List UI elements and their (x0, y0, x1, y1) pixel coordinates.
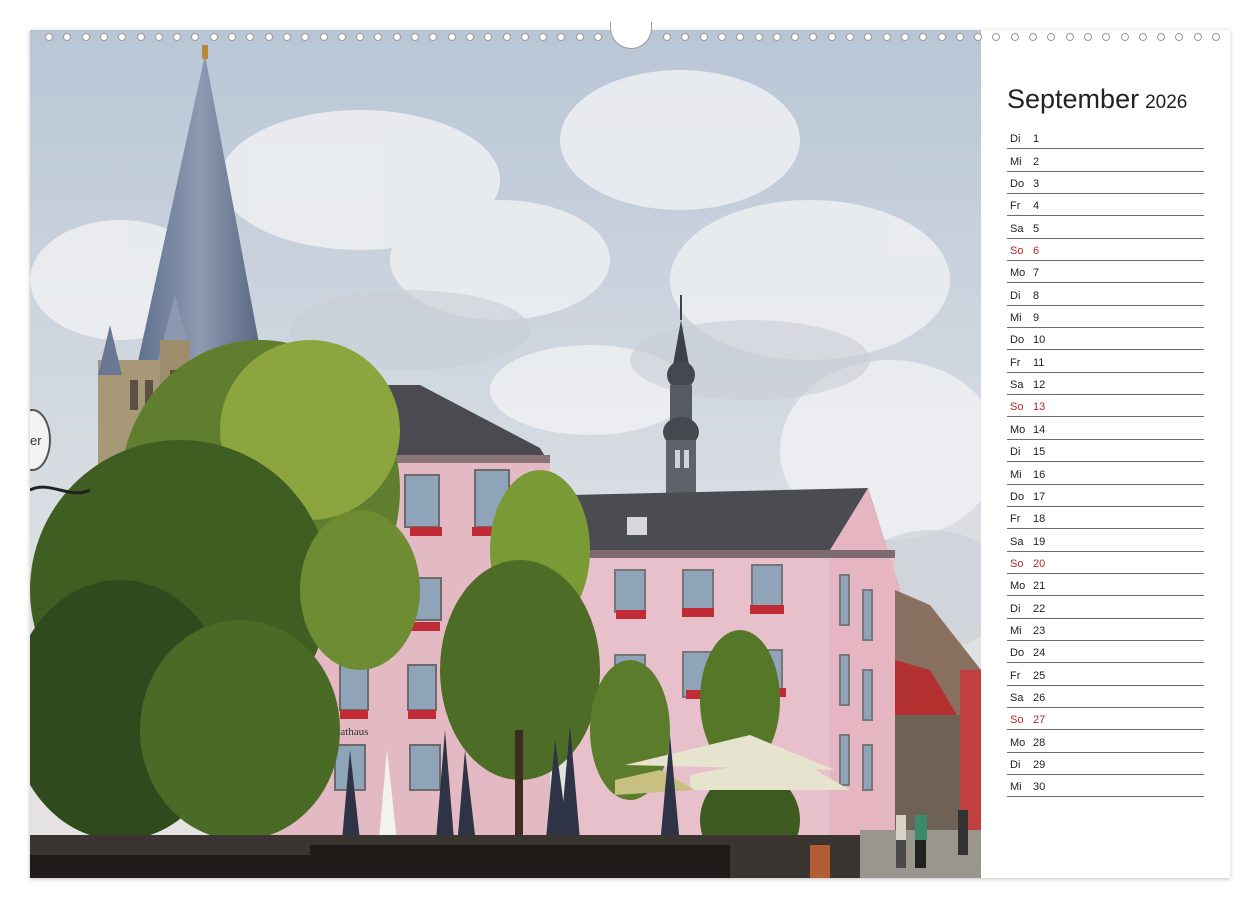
day-number: 21 (1033, 580, 1046, 593)
month-title: September 2026 (1007, 84, 1187, 115)
day-row: Fr 18 (1007, 507, 1204, 530)
day-row: Mo 21 (1007, 574, 1204, 597)
day-number: 27 (1033, 714, 1046, 727)
day-row: Mi 9 (1007, 306, 1204, 329)
weekday-label: Do (1010, 647, 1025, 660)
day-row: So 13 (1007, 395, 1204, 418)
weekday-label: Do (1010, 178, 1025, 191)
weekday-label: Mi (1010, 312, 1022, 325)
weekday-label: Di (1010, 289, 1021, 302)
left-sign-text: er (30, 433, 42, 448)
day-row: Do 17 (1007, 485, 1204, 507)
weekday-label: Mo (1010, 736, 1026, 749)
weekday-label: Mi (1010, 624, 1022, 637)
year-label: 2026 (1145, 92, 1188, 113)
weekday-label: So (1010, 401, 1024, 414)
day-row: Mi 16 (1007, 462, 1204, 485)
weekday-label: So (1010, 245, 1024, 258)
day-number: 26 (1033, 691, 1046, 704)
day-number: 25 (1033, 669, 1046, 682)
town-square-photo: Rathaus er (30, 30, 981, 878)
day-number: 5 (1033, 222, 1040, 235)
day-row: Mi 30 (1007, 775, 1204, 798)
day-number: 7 (1033, 267, 1040, 280)
day-row: Do 10 (1007, 328, 1204, 351)
day-row: Sa 5 (1007, 216, 1204, 239)
day-number: 15 (1033, 446, 1046, 459)
weekday-label: So (1010, 557, 1024, 570)
weekday-label: Mi (1010, 468, 1022, 481)
day-row: So 27 (1007, 708, 1204, 731)
day-row: Di 1 (1007, 127, 1204, 150)
weekday-label: Fr (1010, 200, 1021, 213)
day-row: Do 3 (1007, 172, 1204, 195)
day-number: 8 (1033, 289, 1040, 302)
day-number: 3 (1033, 178, 1040, 191)
day-row: Di 8 (1007, 283, 1204, 306)
day-number: 24 (1033, 647, 1046, 660)
day-list: Di 1 Mi 2 Do 3 Fr 4 Sa 5 So 6 Mo 7 Di 8 Mi 9 Do 10 Fr 11 Sa 12 S… (1007, 127, 1204, 798)
day-number: 20 (1033, 557, 1046, 570)
day-row: Mo 28 (1007, 730, 1204, 753)
day-number: 4 (1033, 200, 1040, 213)
day-row: Di 29 (1007, 753, 1204, 775)
day-row: So 20 (1007, 552, 1204, 574)
day-number: 13 (1033, 401, 1046, 414)
day-number: 16 (1033, 468, 1046, 481)
weekday-label: Sa (1010, 535, 1024, 548)
weekday-label: Mi (1010, 155, 1022, 168)
spiral-binding (0, 0, 1260, 49)
weekday-label: Di (1010, 602, 1021, 615)
weekday-label: Mo (1010, 423, 1026, 436)
month-name: September (1007, 84, 1140, 114)
day-number: 14 (1033, 423, 1046, 436)
day-row: Sa 19 (1007, 529, 1204, 552)
day-number: 28 (1033, 736, 1046, 749)
day-number: 6 (1033, 245, 1040, 258)
day-row: Fr 25 (1007, 663, 1204, 686)
weekday-label: Do (1010, 334, 1025, 347)
weekday-label: Do (1010, 490, 1025, 503)
day-row: Di 15 (1007, 440, 1204, 463)
day-number: 23 (1033, 624, 1046, 637)
weekday-label: Fr (1010, 669, 1021, 682)
weekday-label: Sa (1010, 691, 1024, 704)
day-row: So 6 (1007, 239, 1204, 262)
weekday-label: Di (1010, 758, 1021, 771)
weekday-label: Sa (1010, 222, 1024, 235)
day-number: 1 (1033, 133, 1040, 146)
weekday-label: Sa (1010, 379, 1024, 392)
weekday-label: So (1010, 714, 1024, 727)
day-number: 18 (1033, 513, 1046, 526)
day-number: 2 (1033, 155, 1040, 168)
day-number: 10 (1033, 334, 1046, 347)
day-number: 30 (1033, 781, 1046, 794)
day-row: Di 22 (1007, 596, 1204, 619)
day-row: Mo 7 (1007, 261, 1204, 284)
weekday-label: Di (1010, 446, 1021, 459)
calendar-panel: September 2026 Di 1 Mi 2 Do 3 Fr 4 Sa 5 So 6 Mo 7 Di 8 Mi… (981, 30, 1230, 878)
day-row: Fr 4 (1007, 194, 1204, 217)
day-number: 17 (1033, 490, 1046, 503)
day-number: 19 (1033, 535, 1046, 548)
weekday-label: Mo (1010, 267, 1026, 280)
weekday-label: Mo (1010, 580, 1026, 593)
weekday-label: Di (1010, 133, 1021, 146)
weekday-label: Fr (1010, 356, 1021, 369)
day-row: Mi 2 (1007, 149, 1204, 172)
weekday-label: Mi (1010, 781, 1022, 794)
day-number: 29 (1033, 758, 1046, 771)
calendar-page: Rathaus er September 2026 Di 1 Mi 2 Do 3… (30, 30, 1230, 878)
day-row: Mi 23 (1007, 619, 1204, 641)
day-row: Mo 14 (1007, 417, 1204, 440)
weekday-label: Fr (1010, 513, 1021, 526)
day-row: Sa 26 (1007, 686, 1204, 708)
day-number: 12 (1033, 379, 1046, 392)
day-number: 11 (1033, 356, 1045, 369)
day-number: 22 (1033, 602, 1046, 615)
day-row: Fr 11 (1007, 350, 1204, 373)
day-number: 9 (1033, 312, 1040, 325)
day-row: Do 24 (1007, 641, 1204, 664)
day-row: Sa 12 (1007, 373, 1204, 396)
